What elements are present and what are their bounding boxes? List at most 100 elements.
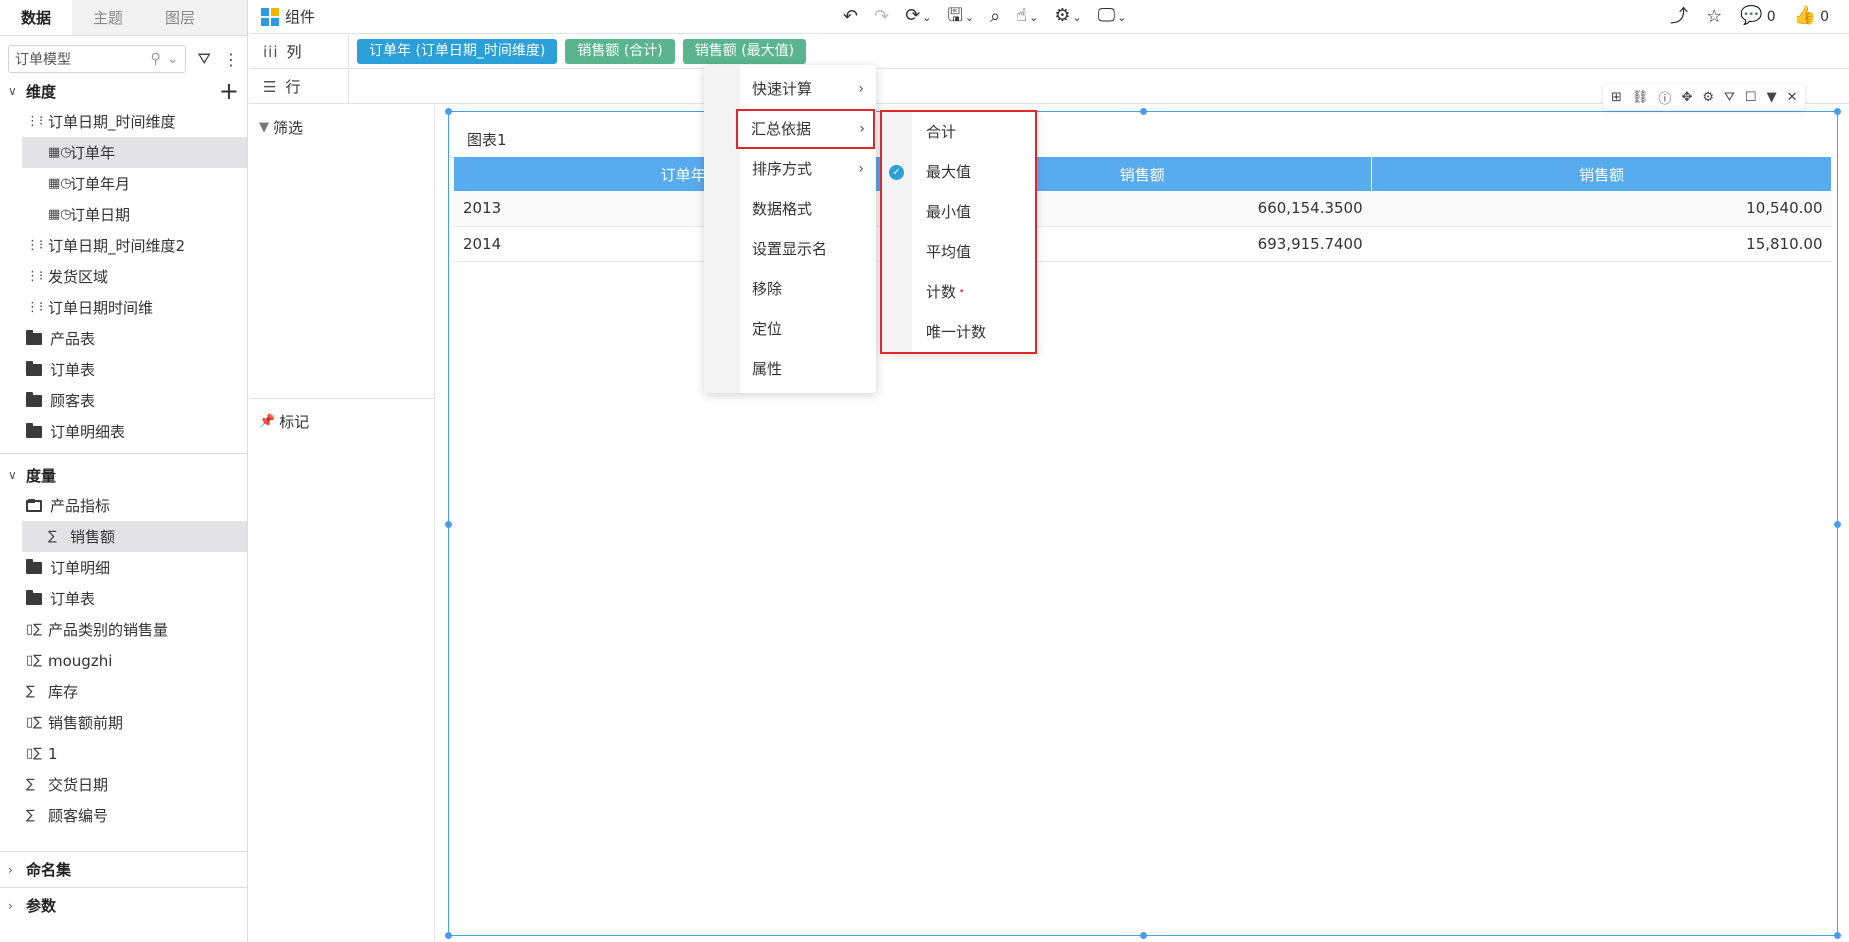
tree-item[interactable]: ▦◷ 订单日期 <box>0 199 247 230</box>
search-icon[interactable]: ⚲ <box>151 51 161 67</box>
tree-item[interactable]: 顾客表 <box>0 385 247 416</box>
chevron-down-icon[interactable]: ⌄ <box>167 51 179 67</box>
tab-layers[interactable]: 图层 <box>144 0 216 35</box>
resize-handle[interactable] <box>445 108 452 115</box>
tab-theme[interactable]: 主题 <box>72 0 144 35</box>
tree-item[interactable]: ∑ 销售额 <box>22 521 247 552</box>
link-icon[interactable]: ⛓ <box>1632 90 1649 105</box>
menu-item-label: 数据格式 <box>752 200 813 218</box>
resize-handle[interactable] <box>445 932 452 939</box>
resize-handle[interactable] <box>1834 108 1841 115</box>
report-canvas[interactable]: 图表1 订单年 销售额 销售额 2013 660,154.3500 10,540… <box>436 105 1849 942</box>
filter-settings-icon[interactable]: ⛛ <box>198 49 211 69</box>
folder-icon <box>26 589 42 605</box>
chart-widget[interactable]: 图表1 订单年 销售额 销售额 2013 660,154.3500 10,540… <box>445 108 1841 939</box>
tree-item-label: 销售额前期 <box>48 714 124 732</box>
resize-handle[interactable] <box>1834 932 1841 939</box>
pill-sales-max[interactable]: 销售额 (最大值) <box>682 39 807 64</box>
filter-section[interactable]: ▼ 筛选 <box>249 105 434 150</box>
menu-item[interactable]: 数据格式 <box>704 189 876 229</box>
mark-section[interactable]: 📌 标记 <box>249 398 435 444</box>
submenu-item[interactable]: 平均值 <box>882 232 1035 272</box>
tree-item[interactable]: 订单表 <box>0 354 247 385</box>
move-icon[interactable]: ✥ <box>1681 90 1692 105</box>
refresh-icon[interactable]: ⟳ ⌄ <box>905 5 931 28</box>
column-header[interactable]: 销售额 <box>1371 157 1832 191</box>
add-icon[interactable]: + <box>219 79 239 103</box>
pill-order-year[interactable]: 订单年 (订单日期_时间维度) <box>357 39 558 64</box>
rows-label: 行 <box>285 78 301 96</box>
widget-settings-icon[interactable]: ⚙ <box>1702 90 1714 105</box>
menu-item[interactable]: 汇总依据 › <box>736 109 875 149</box>
tree-item[interactable]: ▯∑ 1 <box>0 738 247 769</box>
tree-item[interactable]: ▦◷ 订单年 <box>22 137 247 168</box>
tree-item[interactable]: 订单表 <box>0 583 247 614</box>
menu-item[interactable]: 定位 <box>704 309 876 349</box>
chart-type-icon[interactable]: ⊞ <box>1611 90 1622 105</box>
menu-item[interactable]: 设置显示名 <box>704 229 876 269</box>
settings-gear-icon[interactable]: ⚙ ⌄ <box>1054 5 1081 28</box>
pill-sales-sum[interactable]: 销售额 (合计) <box>565 39 675 64</box>
tree-item[interactable]: ⋮⁝ 发货区域 <box>0 261 247 292</box>
resize-handle[interactable] <box>1140 108 1147 115</box>
resize-handle[interactable] <box>445 521 452 528</box>
share-icon[interactable]: ⤴ <box>1670 6 1688 27</box>
dimensions-tree: ⋮⁝ 订单日期_时间维度 ▦◷ 订单年 ▦◷ 订单年月 ▦◷ 订单日期 ⋮⁝ 订单日期_时间维度2… <box>0 106 247 447</box>
component-button[interactable]: 组件 <box>261 6 315 27</box>
submenu-item[interactable]: 计数 • <box>882 272 1035 312</box>
redo-icon[interactable]: ↷ <box>874 6 889 27</box>
save-icon[interactable]: 🖫 ⌄ <box>948 5 975 28</box>
tree-item-label: 发货区域 <box>48 268 109 286</box>
display-monitor-icon[interactable]: 🖵 ⌄ <box>1098 5 1127 28</box>
measures-header[interactable]: ∨ 度量 <box>0 460 247 490</box>
dropdown-triangle-icon[interactable]: ▼ <box>1767 90 1777 105</box>
menu-item[interactable]: 属性 <box>704 349 876 389</box>
comment-button[interactable]: 💬 0 <box>1740 6 1775 27</box>
resize-handle[interactable] <box>1140 932 1147 939</box>
date-field-icon: ▦◷ <box>48 176 72 191</box>
maximize-icon[interactable]: ☐ <box>1745 90 1757 105</box>
tree-item[interactable]: ⋮⁝ 订单日期时间维 <box>0 292 247 323</box>
params-header[interactable]: › 参数 <box>0 887 247 923</box>
mark-label: 标记 <box>279 413 310 431</box>
tab-data[interactable]: 数据 <box>0 0 72 35</box>
tree-item[interactable]: ∑ 交货日期 <box>0 769 247 800</box>
tree-item[interactable]: 订单明细表 <box>0 416 247 447</box>
tree-item[interactable]: ∑ 顾客编号 <box>0 800 247 824</box>
like-button[interactable]: 👍 0 <box>1794 6 1829 27</box>
tree-item[interactable]: ⋮⁝ 订单日期_时间维度2 <box>0 230 247 261</box>
submenu-item[interactable]: 最小值 <box>882 192 1035 232</box>
sigma-icon: ∑ <box>26 684 35 699</box>
menu-item[interactable]: 快速计算 › <box>704 69 876 109</box>
submenu-item[interactable]: 合计 <box>882 112 1035 152</box>
named-sets-header[interactable]: › 命名集 <box>0 851 247 887</box>
submenu-item[interactable]: ✓ 最大值 <box>882 152 1035 192</box>
tree-item[interactable]: 产品表 <box>0 323 247 354</box>
interaction-hand-icon[interactable]: ☝ ⌄ <box>1016 5 1038 28</box>
resize-handle[interactable] <box>1834 521 1841 528</box>
tree-item-label: 订单年 <box>70 144 116 162</box>
tree-item[interactable]: ∑ 库存 <box>0 676 247 707</box>
tree-item-label: 交货日期 <box>48 776 109 794</box>
undo-icon[interactable]: ↶ <box>843 6 858 27</box>
tree-item[interactable]: ⋮⁝ 订单日期_时间维度 <box>0 106 247 137</box>
favorite-star-icon[interactable]: ☆ <box>1706 6 1722 27</box>
tree-item[interactable]: ▯∑ 销售额前期 <box>0 707 247 738</box>
preview-icon[interactable]: ⌕ <box>990 6 1000 27</box>
tree-item[interactable]: 产品指标 <box>0 490 247 521</box>
tree-item[interactable]: ▦◷ 订单年月 <box>0 168 247 199</box>
menu-item[interactable]: 移除 <box>704 269 876 309</box>
dimensions-header[interactable]: ∨ 维度 + <box>0 76 247 106</box>
info-icon[interactable]: ⓘ <box>1658 88 1671 107</box>
menu-item[interactable]: 排序方式 › <box>704 149 876 189</box>
model-select[interactable]: 订单模型 ⚲ ⌄ <box>8 45 186 73</box>
tree-item-label: 产品指标 <box>50 497 111 515</box>
columns-shelf[interactable]: iii 列 订单年 (订单日期_时间维度) 销售额 (合计) 销售额 (最大值) <box>249 35 1849 69</box>
tree-item[interactable]: 订单明细 <box>0 552 247 583</box>
submenu-item[interactable]: 唯一计数 <box>882 312 1035 352</box>
more-vertical-icon[interactable]: ⋮ <box>223 50 239 69</box>
close-icon[interactable]: ✕ <box>1787 90 1798 105</box>
tree-item[interactable]: ▯∑ 产品类别的销售量 <box>0 614 247 645</box>
tree-item[interactable]: ▯∑ mougzhi <box>0 645 247 676</box>
widget-filter-icon[interactable]: ⛛ <box>1724 90 1735 105</box>
